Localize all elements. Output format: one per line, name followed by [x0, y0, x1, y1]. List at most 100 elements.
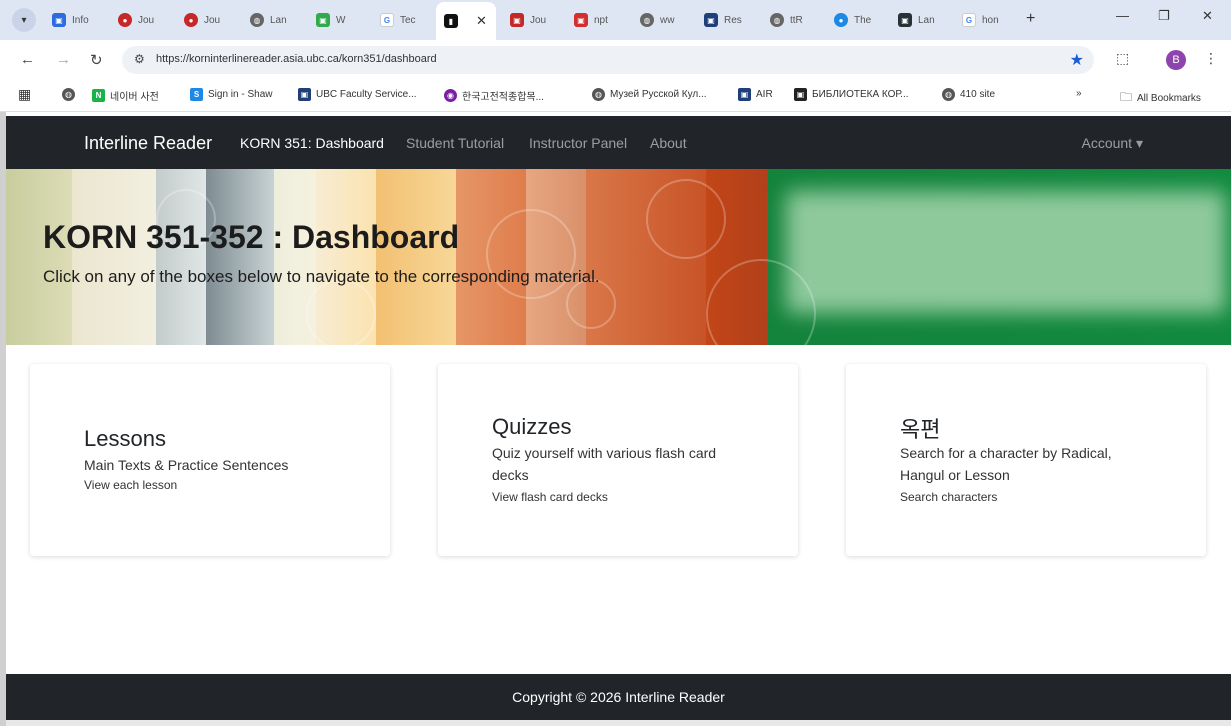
tab-title: ww: [660, 14, 675, 26]
url-text[interactable]: https://korninterlinereader.asia.ubc.ca/…: [156, 53, 437, 65]
more-bookmarks-icon[interactable]: »: [1076, 88, 1082, 99]
dashboard-banner: KORN 351-352 : Dashboard Click on any of…: [6, 169, 1231, 345]
shaw-icon: S: [190, 88, 203, 101]
site-footer: Copyright © 2026 Interline Reader: [6, 674, 1231, 720]
browser-menu-icon[interactable]: ⋮: [1204, 50, 1218, 67]
bookmark-label: UBC Faculty Service...: [316, 89, 417, 100]
card-title: 옥편: [900, 417, 941, 442]
browser-tab-strip: ▾ ▣ Info ● Jou ● Jou ◍ Lan ▣ W G Tec ▮ ✕…: [0, 0, 1231, 40]
tab-title: Res: [724, 14, 742, 26]
bottom-strip: [6, 720, 1231, 726]
browser-tab[interactable]: ▣ W: [316, 6, 368, 34]
tab-favicon-icon: ▣: [52, 13, 66, 27]
bookmark-label: AIR: [756, 89, 773, 100]
close-tab-icon[interactable]: ✕: [476, 13, 487, 29]
bookmark-item[interactable]: ◍ 410 site: [942, 88, 995, 101]
nav-link-student-tutorial[interactable]: Student Tutorial: [406, 135, 504, 151]
bookmark-star-icon[interactable]: ★: [1070, 50, 1084, 70]
browser-tab[interactable]: ▣ npt: [574, 6, 626, 34]
card-link[interactable]: View flash card decks: [492, 490, 608, 504]
tab-title: npt: [594, 14, 608, 26]
tab-favicon-icon: ▣: [898, 13, 912, 27]
minimize-icon[interactable]: —: [1116, 8, 1129, 23]
tab-title: The: [854, 14, 872, 26]
card-text: Search for a character by Radical, Hangu…: [900, 445, 1112, 483]
tab-title: Jou: [530, 14, 547, 26]
browser-tab[interactable]: ● Jou: [118, 6, 170, 34]
bookmark-label: Музей Русской Кул...: [610, 89, 707, 100]
tab-title: Tec: [400, 14, 416, 26]
reload-icon[interactable]: ↻: [90, 51, 103, 69]
browser-tab[interactable]: ● Jou: [184, 6, 236, 34]
browser-toolbar: ← → ↻ ⚙ https://korninterlinereader.asia…: [0, 40, 1231, 80]
copyright-text: Copyright © 2026 Interline Reader: [512, 689, 725, 705]
browser-tab[interactable]: G hon: [962, 6, 1014, 34]
site-info-icon[interactable]: ⚙: [134, 52, 145, 66]
account-dropdown[interactable]: Account ▾: [1081, 135, 1143, 152]
browser-tab[interactable]: ▣ Res: [704, 6, 756, 34]
card-title: Quizzes: [492, 414, 572, 439]
tab-favicon-icon: ◍: [640, 13, 654, 27]
nav-link-about[interactable]: About: [650, 135, 687, 151]
okpyeon-card[interactable]: 옥편 Search for a character by Radical, Ha…: [846, 364, 1206, 556]
page-title: KORN 351-352 : Dashboard: [43, 219, 460, 255]
bookmark-item[interactable]: S Sign in - Shaw: [190, 88, 272, 101]
site-navbar: Interline Reader KORN 351: Dashboard Stu…: [6, 116, 1231, 169]
card-title: Lessons: [84, 426, 166, 451]
bookmark-label: All Bookmarks: [1137, 93, 1201, 104]
web-page: Interline Reader KORN 351: Dashboard Stu…: [6, 116, 1231, 726]
nav-link-instructor-panel[interactable]: Instructor Panel: [529, 135, 627, 151]
card-text: Main Texts & Practice Sentences: [84, 457, 289, 473]
bookmark-favicon-icon: ▣: [794, 88, 807, 101]
bookmark-label: 410 site: [960, 89, 996, 100]
bookmark-item[interactable]: ▣ БИБЛИОТЕКА КОР...: [794, 88, 909, 101]
tab-favicon-icon: ●: [834, 13, 848, 27]
profile-avatar[interactable]: B: [1166, 50, 1186, 70]
browser-tab[interactable]: ▣ Info: [52, 6, 104, 34]
new-tab-button[interactable]: +: [1026, 10, 1035, 28]
pdf-icon: ▣: [574, 13, 588, 27]
all-bookmarks-folder[interactable]: 🗀 All Bookmarks: [1120, 88, 1201, 109]
tab-search-button[interactable]: ▾: [12, 8, 36, 32]
browser-tab[interactable]: ◍ ww: [640, 6, 692, 34]
close-window-icon[interactable]: ✕: [1202, 8, 1213, 24]
browser-tab[interactable]: ▣ Jou: [510, 6, 562, 34]
address-bar[interactable]: ⚙ https://korninterlinereader.asia.ubc.c…: [122, 46, 1094, 74]
browser-tab[interactable]: G Tec: [380, 6, 432, 34]
book-icon: ▮: [444, 14, 458, 28]
back-arrow-icon[interactable]: ←: [20, 51, 35, 68]
card-link[interactable]: View each lesson: [84, 478, 177, 492]
browser-tab[interactable]: ● The: [834, 6, 886, 34]
browser-tab-active[interactable]: ▮ ✕: [436, 2, 496, 40]
extensions-icon[interactable]: ⬚: [1116, 50, 1129, 67]
globe-icon: ◍: [62, 88, 75, 101]
apps-grid-icon[interactable]: ▦: [18, 86, 31, 103]
browser-tab[interactable]: ▣ Lan: [898, 6, 950, 34]
restore-icon[interactable]: ❐: [1158, 8, 1170, 24]
nav-link-dashboard[interactable]: KORN 351: Dashboard: [240, 135, 384, 151]
tab-favicon-icon: ▣: [316, 13, 330, 27]
tab-favicon-icon: ▣: [510, 13, 524, 27]
forward-arrow-icon[interactable]: →: [56, 51, 71, 68]
bookmark-item[interactable]: ◍: [62, 88, 75, 101]
lessons-card[interactable]: Lessons Main Texts & Practice Sentences …: [30, 364, 390, 556]
banner-pattern: [306, 279, 376, 345]
browser-tab[interactable]: ◍ ttR: [770, 6, 822, 34]
bookmark-item[interactable]: ◉ 한국고전적종합목...: [444, 88, 544, 103]
bookmark-item[interactable]: ▣ AIR: [738, 88, 773, 101]
tab-title: Jou: [204, 14, 221, 26]
naver-icon: N: [92, 89, 105, 102]
browser-tab[interactable]: ◍ Lan: [250, 6, 302, 34]
quizzes-card[interactable]: Quizzes Quiz yourself with various flash…: [438, 364, 798, 556]
tab-title: Info: [72, 14, 89, 26]
bookmark-label: Sign in - Shaw: [208, 89, 273, 100]
globe-icon: ◍: [592, 88, 605, 101]
tab-favicon-icon: ◍: [770, 13, 784, 27]
navbar-brand[interactable]: Interline Reader: [84, 133, 212, 154]
bookmark-item[interactable]: ◍ Музей Русской Кул...: [592, 88, 707, 101]
bookmark-item[interactable]: ▣ UBC Faculty Service...: [298, 88, 417, 101]
bookmark-favicon-icon: ◉: [444, 89, 457, 102]
tab-title: ttR: [790, 14, 803, 26]
card-link[interactable]: Search characters: [900, 490, 997, 504]
bookmark-item[interactable]: N 네이버 사전: [92, 88, 159, 103]
